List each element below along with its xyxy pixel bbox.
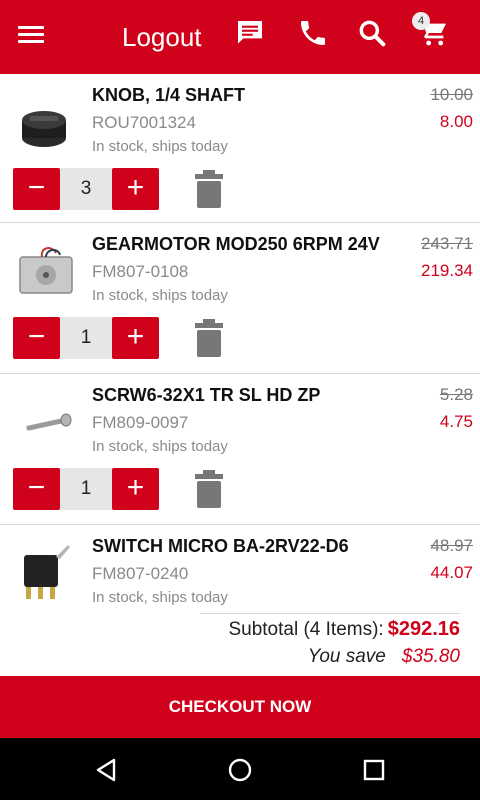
- item-name[interactable]: GEARMOTOR MOD250 6RPM 24V: [92, 234, 392, 255]
- decrease-quantity-button[interactable]: −: [13, 317, 60, 359]
- chat-icon[interactable]: [234, 17, 270, 53]
- cart-item: GEARMOTOR MOD250 6RPM 24V FM807-0108 In …: [0, 223, 480, 373]
- quantity-stepper: − 1 +: [13, 317, 159, 359]
- system-nav-bar: [0, 738, 480, 800]
- quantity-value: 3: [80, 178, 92, 199]
- switch-image: [24, 545, 70, 599]
- stock-status: In stock, ships today: [92, 287, 228, 304]
- knob-image: [22, 111, 66, 147]
- cart-icon[interactable]: 4: [412, 12, 454, 53]
- search-icon[interactable]: [356, 17, 392, 53]
- sale-price: 8.00: [439, 112, 473, 131]
- decrease-quantity-button[interactable]: −: [13, 468, 60, 510]
- checkout-button[interactable]: CHECKOUT NOW: [0, 676, 480, 738]
- trash-icon[interactable]: [192, 468, 226, 510]
- phone-icon[interactable]: [297, 17, 333, 53]
- original-price: 243.71: [421, 234, 473, 253]
- quantity-value: 1: [80, 478, 92, 499]
- item-sku: ROU7001324: [92, 113, 196, 132]
- quantity-stepper: − 1 +: [13, 468, 159, 510]
- trash-icon[interactable]: [192, 317, 226, 359]
- subtotal-label: Subtotal (4 Items):: [228, 619, 384, 640]
- totals-divider: [200, 613, 460, 614]
- savings-amount: $35.80: [401, 646, 460, 667]
- item-name[interactable]: SWITCH MICRO BA-2RV22-D6: [92, 536, 392, 557]
- cart-item: SCRW6-32X1 TR SL HD ZP FM809-0097 In sto…: [0, 374, 480, 524]
- screw-image: [26, 413, 72, 431]
- home-icon[interactable]: [226, 756, 254, 784]
- savings-label: You save: [307, 646, 386, 667]
- stock-status: In stock, ships today: [92, 589, 228, 606]
- app-bar: Logout 4: [0, 0, 480, 74]
- savings-row: You save $35.80: [308, 646, 460, 668]
- trash-icon[interactable]: [192, 168, 226, 210]
- stock-status: In stock, ships today: [92, 438, 228, 455]
- item-sku: FM807-0240: [92, 564, 189, 583]
- increase-quantity-button[interactable]: +: [112, 168, 159, 210]
- sale-price: 4.75: [439, 412, 473, 431]
- logout-button[interactable]: Logout: [122, 20, 202, 54]
- sale-price: 219.34: [421, 261, 473, 280]
- menu-icon[interactable]: [18, 22, 56, 52]
- original-price: 10.00: [430, 85, 473, 104]
- original-price: 5.28: [439, 385, 473, 404]
- cart-count-badge: 4: [412, 12, 430, 30]
- subtotal-amount: $292.16: [387, 618, 460, 640]
- sale-price: 44.07: [430, 563, 473, 582]
- recents-icon[interactable]: [360, 756, 388, 784]
- quantity-stepper: − 3 +: [13, 168, 159, 210]
- back-icon[interactable]: [92, 756, 120, 784]
- increase-quantity-button[interactable]: +: [112, 317, 159, 359]
- item-sku: FM807-0108: [92, 262, 189, 281]
- item-name[interactable]: SCRW6-32X1 TR SL HD ZP: [92, 385, 392, 406]
- item-name[interactable]: KNOB, 1/4 SHAFT: [92, 85, 392, 106]
- cart-item: KNOB, 1/4 SHAFT ROU7001324 In stock, shi…: [0, 74, 480, 222]
- item-sku: FM809-0097: [92, 413, 189, 432]
- cart-item: SWITCH MICRO BA-2RV22-D6 FM807-0240 In s…: [0, 525, 480, 615]
- increase-quantity-button[interactable]: +: [112, 468, 159, 510]
- decrease-quantity-button[interactable]: −: [13, 168, 60, 210]
- original-price: 48.97: [430, 536, 473, 555]
- gearmotor-image: [19, 247, 73, 294]
- stock-status: In stock, ships today: [92, 138, 228, 155]
- quantity-value: 1: [80, 327, 92, 348]
- subtotal-row: Subtotal (4 Items): $292.16: [228, 618, 460, 641]
